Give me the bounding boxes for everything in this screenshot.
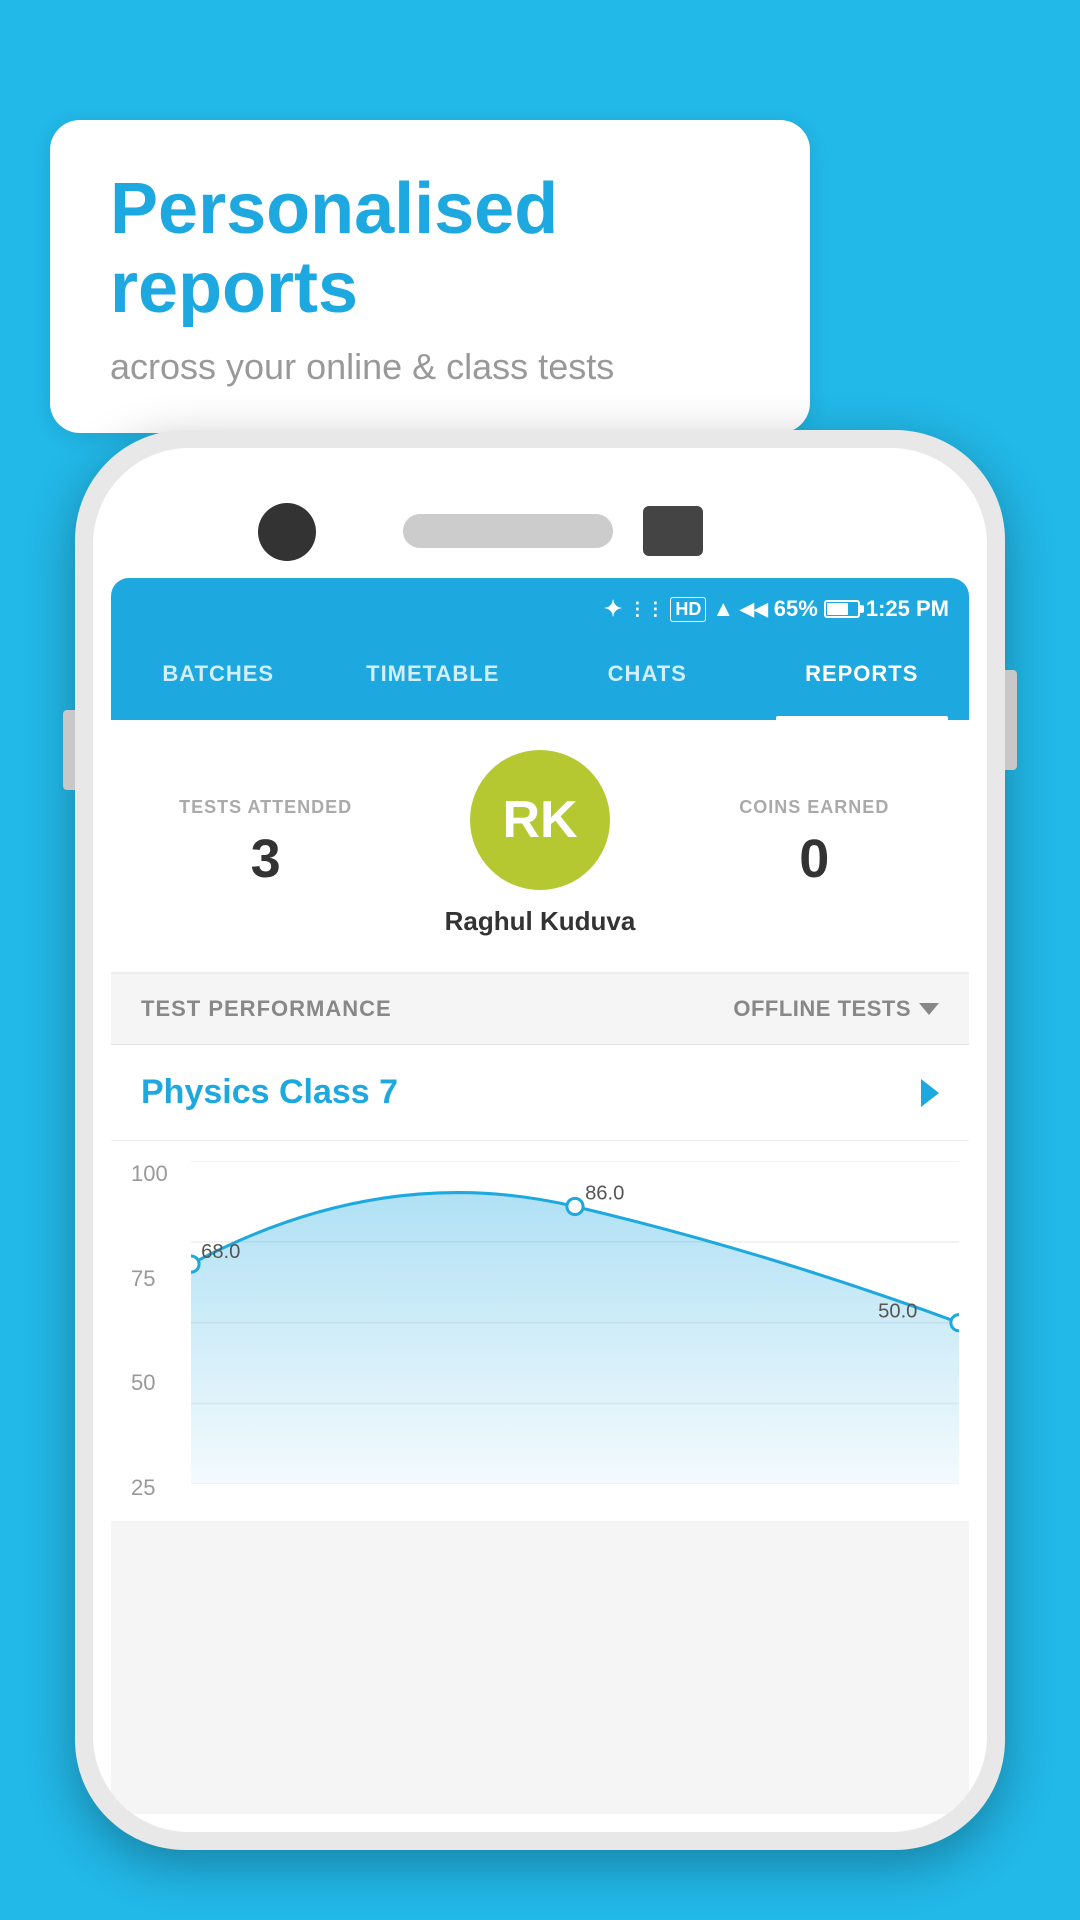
speech-bubble: Personalised reports across your online … — [50, 120, 810, 433]
offline-tests-label: OFFLINE TESTS — [733, 996, 911, 1022]
volume-button — [63, 710, 75, 790]
status-bar: ✦ ⋮⋮ HD ▲ ◀◀ 65% 1:25 PM — [111, 578, 969, 640]
y-label-100: 100 — [131, 1161, 168, 1187]
phone-outer: ✦ ⋮⋮ HD ▲ ◀◀ 65% 1:25 PM — [75, 430, 1005, 1850]
tests-attended-block: TESTS ATTENDED 3 — [141, 797, 390, 890]
bubble-title: Personalised reports — [110, 170, 750, 328]
chart-point-1 — [567, 1198, 583, 1214]
chart-label-0: 68.0 — [201, 1241, 240, 1263]
chart-y-labels: 100 75 50 25 — [131, 1161, 168, 1501]
tab-batches[interactable]: BATCHES — [111, 640, 326, 720]
tests-attended-value: 3 — [141, 828, 390, 890]
chart-label-1: 86.0 — [585, 1182, 624, 1204]
y-label-25: 25 — [131, 1475, 168, 1501]
chart-point-2 — [951, 1315, 959, 1331]
signal-icon-1: ◀◀ — [740, 599, 768, 620]
coins-earned-block: COINS EARNED 0 — [690, 797, 939, 890]
y-label-50: 50 — [131, 1370, 168, 1396]
power-button — [1005, 670, 1017, 770]
vibrate-icon: ⋮⋮ — [628, 599, 664, 620]
phone-inner: ✦ ⋮⋮ HD ▲ ◀◀ 65% 1:25 PM — [93, 448, 987, 1832]
y-label-75: 75 — [131, 1266, 168, 1292]
tab-chats[interactable]: CHATS — [540, 640, 755, 720]
coins-earned-value: 0 — [690, 828, 939, 890]
profile-section: TESTS ATTENDED 3 RK Raghul Kuduva COINS … — [111, 720, 969, 972]
tab-timetable[interactable]: TIMETABLE — [326, 640, 541, 720]
avatar-block: RK Raghul Kuduva — [390, 750, 689, 937]
status-icons: ✦ ⋮⋮ HD ▲ ◀◀ 65% 1:25 PM — [604, 596, 949, 622]
battery-pct: 65% — [774, 596, 818, 622]
offline-tests-dropdown[interactable]: OFFLINE TESTS — [733, 996, 939, 1022]
phone: ✦ ⋮⋮ HD ▲ ◀◀ 65% 1:25 PM — [75, 430, 1005, 1850]
user-name: Raghul Kuduva — [445, 906, 636, 937]
screen: ✦ ⋮⋮ HD ▲ ◀◀ 65% 1:25 PM — [111, 578, 969, 1814]
avatar-initials: RK — [502, 790, 577, 850]
performance-bar: TEST PERFORMANCE OFFLINE TESTS — [111, 974, 969, 1045]
chevron-right-icon — [921, 1079, 939, 1107]
battery-icon — [824, 600, 860, 618]
class-name: Physics Class 7 — [141, 1073, 398, 1112]
avatar: RK — [470, 750, 610, 890]
chart-area: 100 75 50 25 — [111, 1141, 969, 1521]
proximity-sensor — [643, 506, 703, 556]
coins-earned-label: COINS EARNED — [690, 797, 939, 818]
chevron-down-icon — [919, 1003, 939, 1015]
speaker — [403, 514, 613, 548]
tests-attended-label: TESTS ATTENDED — [141, 797, 390, 818]
bluetooth-icon: ✦ — [604, 596, 622, 622]
tab-reports[interactable]: REPORTS — [755, 640, 970, 720]
chart-point-0 — [191, 1256, 199, 1272]
chart-svg: 68.0 86.0 50.0 — [191, 1161, 959, 1484]
wifi-icon: ▲ — [712, 596, 734, 622]
chart-label-2: 50.0 — [878, 1301, 917, 1323]
hd-label: HD — [670, 597, 706, 622]
nav-tabs: BATCHES TIMETABLE CHATS REPORTS — [111, 640, 969, 720]
chart-fill — [191, 1193, 959, 1485]
class-row[interactable]: Physics Class 7 — [111, 1045, 969, 1141]
time: 1:25 PM — [866, 596, 949, 622]
battery-fill — [827, 603, 848, 615]
performance-label: TEST PERFORMANCE — [141, 996, 392, 1022]
bubble-subtitle: across your online & class tests — [110, 346, 750, 388]
camera-icon — [258, 503, 316, 561]
